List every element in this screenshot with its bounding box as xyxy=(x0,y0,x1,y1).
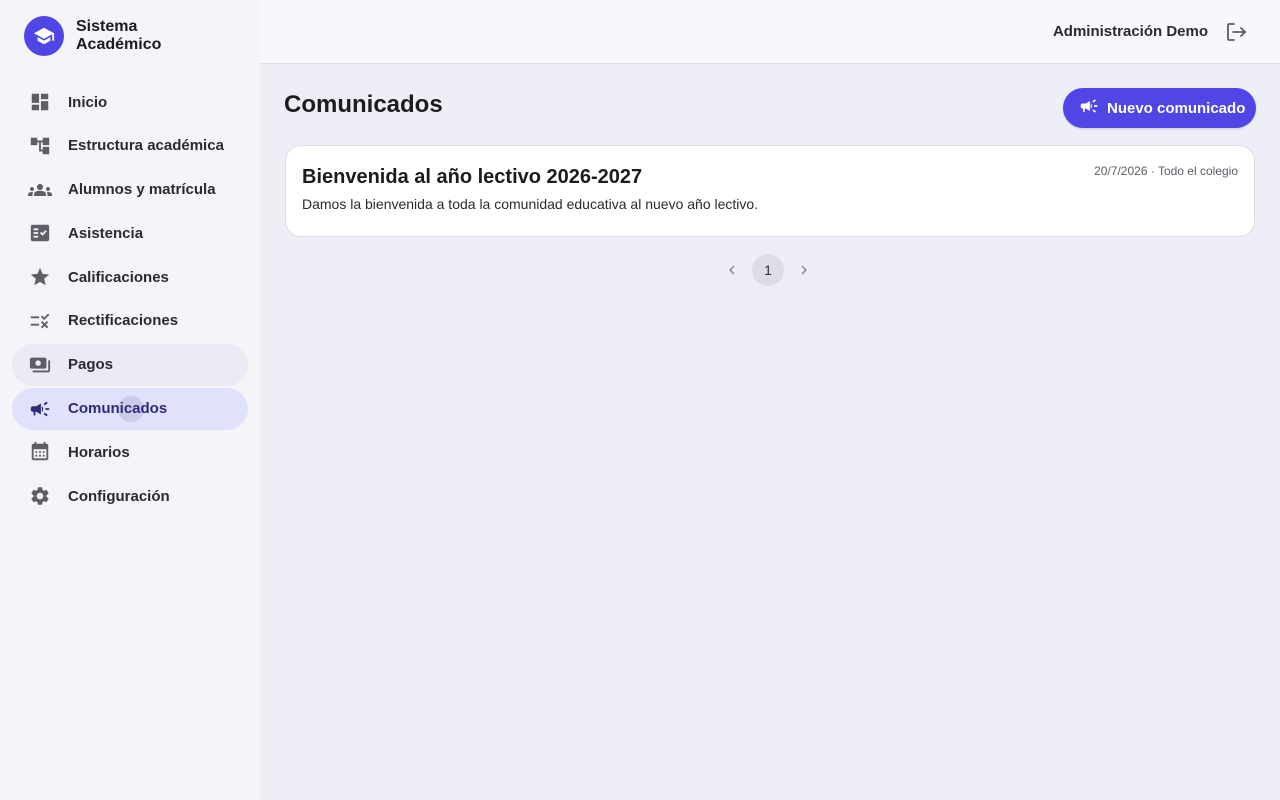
calendar-icon xyxy=(28,440,52,464)
sidebar-item-label: Rectificaciones xyxy=(68,312,179,330)
announcement-card[interactable]: Bienvenida al año lectivo 2026-2027 Damo… xyxy=(285,145,1255,237)
logout-icon[interactable] xyxy=(1224,20,1248,44)
brand-name-line2: Académico xyxy=(76,36,162,53)
star-icon xyxy=(28,265,52,289)
announcement-title: Bienvenida al año lectivo 2026-2027 xyxy=(302,166,643,188)
top-bar: Administración Demo xyxy=(260,0,1280,64)
user-name: Administración Demo xyxy=(1052,23,1208,40)
payments-icon xyxy=(28,353,52,377)
new-announcement-button[interactable]: Nuevo comunicado xyxy=(1063,88,1256,128)
page-title: Comunicados xyxy=(284,91,443,118)
sidebar-item-rectificaciones[interactable]: Rectificaciones xyxy=(12,300,248,342)
sidebar-nav: Inicio Estructura académica Alumnos y ma… xyxy=(12,81,248,519)
gear-icon xyxy=(28,484,52,508)
sidebar-item-estructura[interactable]: Estructura académica xyxy=(12,125,248,167)
page-number[interactable]: 1 xyxy=(752,254,784,286)
sidebar-item-label: Estructura académica xyxy=(68,137,224,155)
sidebar-item-label: Configuración xyxy=(68,487,170,505)
sidebar-item-configuracion[interactable]: Configuración xyxy=(12,475,248,517)
sidebar-item-label: Horarios xyxy=(68,443,130,461)
campaign-icon xyxy=(28,397,52,421)
new-announcement-label: Nuevo comunicado xyxy=(1107,99,1246,117)
fact-check-icon xyxy=(28,221,52,245)
sidebar-item-label: Inicio xyxy=(68,93,108,111)
chevron-left-icon[interactable] xyxy=(718,254,746,286)
brand: Sistema Académico xyxy=(24,16,196,56)
sidebar-item-label: Asistencia xyxy=(68,224,144,242)
sidebar-item-pagos[interactable]: Pagos xyxy=(12,343,248,386)
announcement-meta: 20/7/2026 · Todo el colegio xyxy=(1094,164,1238,178)
dashboard-icon xyxy=(28,90,52,114)
sidebar-item-calificaciones[interactable]: Calificaciones xyxy=(12,256,248,298)
sidebar-item-alumnos[interactable]: Alumnos y matrícula xyxy=(12,169,248,211)
click-ripple xyxy=(118,395,144,422)
sidebar: Sistema Académico Inicio Estructura acad… xyxy=(0,0,260,800)
groups-icon xyxy=(28,178,52,202)
sidebar-item-label: Alumnos y matrícula xyxy=(68,181,216,199)
campaign-icon xyxy=(1079,96,1099,121)
brand-name: Sistema Académico xyxy=(76,18,196,54)
school-icon xyxy=(24,16,64,56)
sidebar-item-label: Calificaciones xyxy=(68,268,169,286)
sidebar-item-label: Pagos xyxy=(68,356,114,374)
announcement-body: Damos la bienvenida a toda la comunidad … xyxy=(302,196,759,212)
sidebar-item-asistencia[interactable]: Asistencia xyxy=(12,212,248,254)
rule-icon xyxy=(28,309,52,333)
account-tree-icon xyxy=(28,134,52,158)
sidebar-item-inicio[interactable]: Inicio xyxy=(12,81,248,123)
sidebar-item-comunicados[interactable]: Comunicados xyxy=(12,387,248,430)
sidebar-item-horarios[interactable]: Horarios xyxy=(12,431,248,473)
brand-name-line1: Sistema xyxy=(76,18,138,35)
pagination: 1 xyxy=(718,254,818,286)
chevron-right-icon[interactable] xyxy=(790,254,818,286)
